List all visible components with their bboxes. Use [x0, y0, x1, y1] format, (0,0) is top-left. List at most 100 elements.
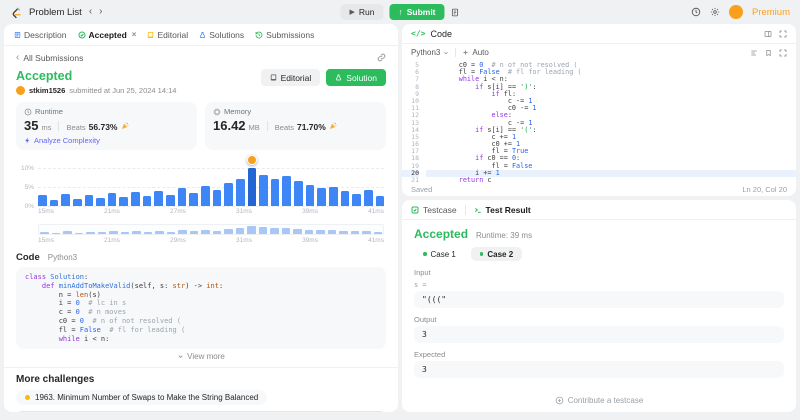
tab-testcase[interactable]: Testcase	[411, 205, 457, 215]
run-button[interactable]: ▶ Run	[340, 4, 384, 20]
chart-bar[interactable]	[294, 181, 303, 206]
tab-test-result[interactable]: Test Result	[474, 205, 531, 215]
chart-bar[interactable]	[270, 179, 280, 206]
chart-bar[interactable]	[154, 190, 164, 206]
expand-icon[interactable]	[779, 30, 787, 38]
mini-chart-bar	[166, 231, 175, 234]
problem-list-link[interactable]: Problem List	[29, 7, 82, 18]
output-label: Output	[414, 315, 437, 324]
case-1-button[interactable]: Case 1	[414, 247, 465, 261]
chart-bar[interactable]	[119, 196, 129, 206]
description-icon	[14, 31, 21, 38]
chart-bar[interactable]	[282, 176, 292, 206]
editor-code[interactable]: c0 = 0 # n of not resolved ( fl = False …	[426, 62, 796, 182]
tab-editorial[interactable]: Editorial	[147, 30, 188, 40]
submit-button[interactable]: ↑ Submit	[389, 4, 445, 20]
prev-problem-icon[interactable]: ‹	[89, 7, 92, 17]
case-2-button[interactable]: Case 2	[470, 247, 523, 261]
auto-toggle[interactable]: Auto	[462, 48, 489, 57]
view-more-link[interactable]: View more	[16, 352, 386, 361]
challenge-link[interactable]: 1963. Minimum Number of Swaps to Make th…	[16, 390, 268, 406]
leetcode-logo[interactable]	[10, 6, 22, 19]
input-var-name: s =	[414, 281, 427, 289]
bookmark-icon[interactable]	[765, 49, 772, 57]
user-avatar[interactable]	[728, 5, 743, 19]
chart-bar[interactable]	[84, 194, 94, 206]
tab-solutions[interactable]: Solutions	[199, 30, 244, 40]
upload-icon: ↑	[398, 7, 403, 17]
chart-brush[interactable]: 15ms 21ms 29ms 31ms 39ms 41ms	[38, 224, 384, 244]
mini-chart-bar	[97, 232, 106, 234]
party-popper-icon	[329, 122, 337, 129]
difficulty-dot	[25, 395, 30, 401]
expected-label: Expected	[414, 350, 446, 359]
mini-chart-bars[interactable]	[38, 224, 384, 235]
runtime-card[interactable]: Runtime 35 ms Beats 56.73% Analyze Compl…	[16, 102, 197, 150]
mini-chart-bar	[281, 227, 290, 234]
chart-bar[interactable]	[329, 186, 338, 206]
case-status-dot	[479, 252, 484, 256]
memory-card[interactable]: Memory 16.42 MB Beats 71.70%	[205, 102, 386, 150]
chart-bar[interactable]	[96, 197, 105, 206]
next-problem-icon[interactable]: ›	[99, 7, 102, 17]
tab-submissions[interactable]: Submissions	[255, 30, 314, 40]
fullscreen-icon[interactable]	[779, 49, 787, 57]
gear-icon[interactable]	[710, 7, 720, 17]
editorial-button[interactable]: Editorial	[260, 69, 321, 86]
close-icon[interactable]: ×	[132, 30, 137, 39]
chart-bar[interactable]	[38, 195, 47, 206]
check-circle-icon	[78, 31, 86, 38]
chart-bar[interactable]	[352, 193, 361, 206]
format-icon[interactable]	[750, 49, 758, 57]
chart-bar[interactable]	[235, 179, 245, 206]
chart-bar[interactable]	[61, 193, 70, 206]
memory-beats: 71.70%	[296, 122, 326, 132]
mini-chart-bar	[120, 232, 129, 234]
chart-bar[interactable]	[363, 189, 373, 206]
saved-indicator: Saved	[411, 184, 433, 194]
chart-bar[interactable]	[224, 183, 233, 206]
chart-bar[interactable]	[107, 192, 117, 206]
contribute-testcase-link[interactable]: Contribute a testcase	[414, 390, 784, 412]
mini-chart-bar	[293, 228, 302, 234]
mini-chart-bar	[132, 231, 141, 234]
runtime-beats: 56.73%	[88, 122, 118, 132]
mini-chart-bar	[40, 231, 49, 234]
notes-icon[interactable]	[451, 8, 460, 17]
chart-bar[interactable]	[49, 199, 59, 206]
chart-bar[interactable]	[246, 154, 257, 206]
analyze-complexity-link[interactable]: Analyze Complexity	[24, 136, 189, 145]
chart-bar[interactable]	[317, 188, 327, 206]
chart-bar[interactable]	[166, 194, 175, 206]
chart-bar[interactable]	[72, 199, 82, 206]
mini-chart-bar	[258, 227, 267, 234]
layout-icon[interactable]	[764, 30, 772, 38]
terminal-icon	[474, 207, 481, 213]
mini-chart-bar	[63, 231, 72, 234]
tab-accepted[interactable]: Accepted ×	[78, 30, 137, 40]
chart-bar[interactable]	[305, 185, 315, 206]
timer-icon[interactable]	[691, 7, 701, 17]
chart-bar[interactable]	[189, 192, 198, 206]
copy-link-icon[interactable]	[377, 53, 386, 62]
chart-bar[interactable]	[259, 174, 268, 206]
checkbox-icon	[411, 206, 419, 213]
chart-bar[interactable]	[131, 192, 140, 206]
premium-link[interactable]: Premium	[752, 7, 790, 18]
input-label: Input	[414, 268, 431, 277]
chart-bar[interactable]	[142, 196, 152, 206]
language-selector[interactable]: Python3	[411, 48, 449, 57]
chart-bar[interactable]	[212, 189, 222, 206]
mini-chart-bar	[178, 230, 187, 234]
chart-bar[interactable]	[375, 196, 385, 206]
chart-bar[interactable]	[340, 191, 350, 206]
code-editor[interactable]: 5678910111213141516171819202122 c0 = 0 #…	[402, 61, 796, 182]
left-tabbar: Description Accepted × Editorial Solutio…	[4, 24, 398, 46]
chart-bar[interactable]	[200, 186, 210, 206]
all-submissions-link[interactable]: ‹ All Submissions	[16, 52, 83, 63]
tab-description[interactable]: Description	[14, 30, 67, 40]
notes-input[interactable]	[16, 411, 386, 412]
chart-bar[interactable]	[177, 188, 187, 206]
divider	[4, 367, 398, 369]
solution-button[interactable]: Solution	[326, 69, 386, 86]
